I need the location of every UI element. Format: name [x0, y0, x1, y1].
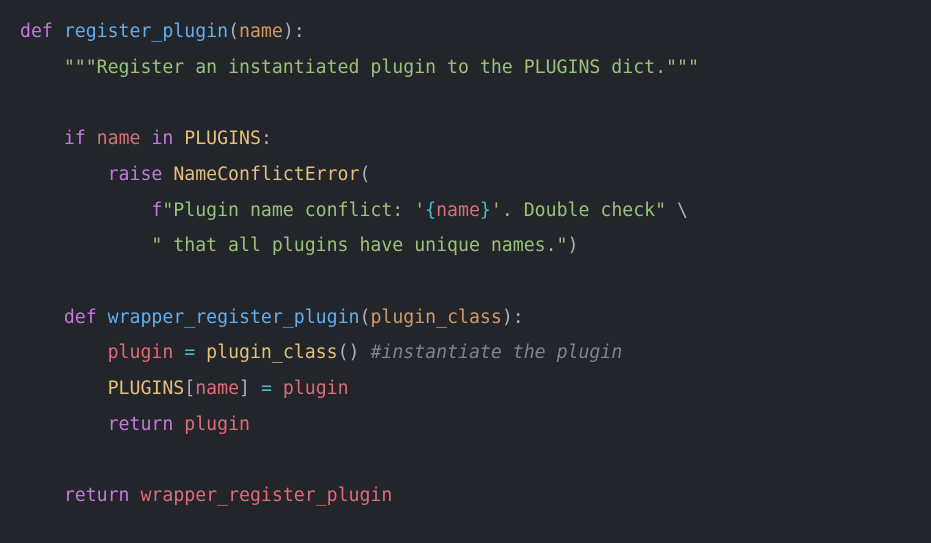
code-token: if — [64, 128, 97, 149]
code-token: ( — [228, 21, 239, 42]
code-token: ): — [502, 307, 524, 328]
code-token: ] — [239, 378, 261, 399]
code-token: \ — [666, 200, 688, 221]
code-token: def — [64, 307, 108, 328]
code-token: #instantiate the plugin — [370, 342, 622, 363]
code-token: plugin — [283, 378, 349, 399]
code-token: raise — [108, 164, 174, 185]
code-token: plugin_class — [370, 307, 501, 328]
code-token: return — [64, 485, 141, 506]
code-token: { — [425, 200, 436, 221]
code-line[interactable]: raise NameConflictError( — [20, 164, 370, 185]
code-editor-content[interactable]: def register_plugin(name): """Register a… — [0, 0, 931, 528]
code-token: """Register an instantiated plugin to th… — [64, 57, 699, 78]
code-token: = — [184, 342, 206, 363]
code-line[interactable]: return wrapper_register_plugin — [20, 485, 392, 506]
code-token: ( — [359, 164, 370, 185]
code-token: in — [151, 128, 184, 149]
code-line[interactable]: f"Plugin name conflict: '{name}'. Double… — [20, 200, 688, 221]
code-token: name — [436, 200, 480, 221]
code-token: f — [151, 200, 162, 221]
code-token: register_plugin — [64, 21, 228, 42]
code-token: " that all plugins have unique names." — [151, 235, 567, 256]
code-line[interactable]: """Register an instantiated plugin to th… — [20, 57, 699, 78]
code-token: "Plugin name conflict: ' — [162, 200, 425, 221]
code-token: NameConflictError — [173, 164, 359, 185]
code-token: name — [97, 128, 152, 149]
code-line[interactable]: return plugin — [20, 414, 250, 435]
code-token: name — [239, 21, 283, 42]
code-token: ): — [283, 21, 305, 42]
code-token: PLUGINS — [184, 128, 261, 149]
code-line[interactable]: " that all plugins have unique names.") — [20, 235, 578, 256]
code-token: : — [261, 128, 272, 149]
code-line[interactable]: def wrapper_register_plugin(plugin_class… — [20, 307, 524, 328]
code-token: PLUGINS — [108, 378, 185, 399]
code-token: wrapper_register_plugin — [108, 307, 360, 328]
code-line[interactable]: def register_plugin(name): — [20, 21, 305, 42]
code-token: = — [261, 378, 283, 399]
code-line[interactable]: if name in PLUGINS: — [20, 128, 272, 149]
code-token: name — [195, 378, 239, 399]
code-token: def — [20, 21, 64, 42]
code-token: () — [338, 342, 371, 363]
code-token: plugin — [108, 342, 185, 363]
code-line[interactable]: PLUGINS[name] = plugin — [20, 378, 349, 399]
code-line[interactable]: plugin = plugin_class() #instantiate the… — [20, 342, 622, 363]
code-token: ) — [568, 235, 579, 256]
code-token: plugin — [184, 414, 250, 435]
code-token: [ — [184, 378, 195, 399]
code-token: '. Double check" — [491, 200, 666, 221]
code-token: wrapper_register_plugin — [140, 485, 392, 506]
code-token: plugin_class — [206, 342, 337, 363]
code-token: ( — [359, 307, 370, 328]
code-token: } — [480, 200, 491, 221]
code-token: return — [108, 414, 185, 435]
